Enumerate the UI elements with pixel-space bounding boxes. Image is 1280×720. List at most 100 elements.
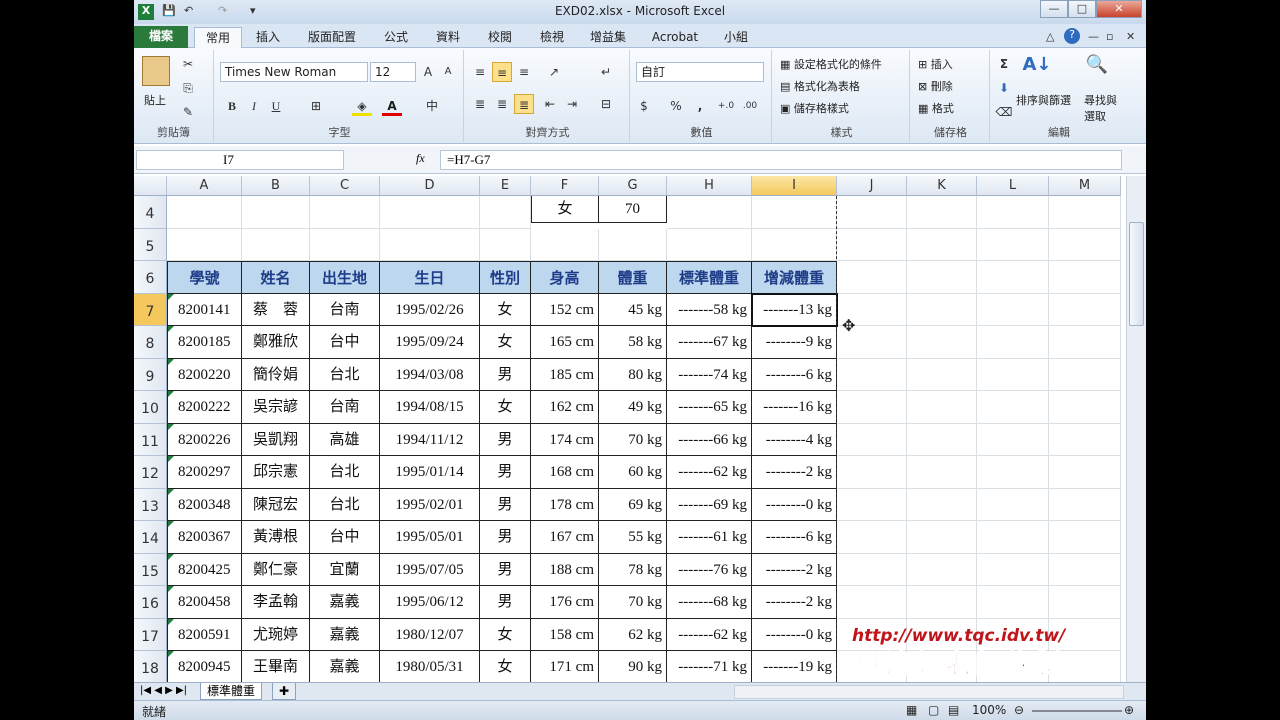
cell[interactable] (837, 391, 907, 424)
font-color-icon[interactable]: A (382, 96, 402, 116)
table-cell[interactable]: 8200141 (167, 293, 242, 326)
format-as-table-button[interactable]: ▤ 格式化為表格 (780, 78, 860, 94)
row-header-8[interactable]: 8 (134, 326, 167, 359)
cell[interactable] (837, 456, 907, 489)
table-cell[interactable]: 李孟翰 (242, 586, 310, 619)
cell[interactable] (480, 196, 531, 229)
column-header-b[interactable]: B (242, 176, 310, 196)
table-cell[interactable]: -------68 kg (667, 586, 752, 619)
table-cell[interactable]: --------0 kg (752, 618, 837, 651)
cell[interactable] (667, 196, 752, 229)
table-cell[interactable]: 1995/07/05 (380, 553, 480, 586)
insert-function-icon[interactable]: fx (416, 151, 425, 166)
cell[interactable] (167, 228, 242, 261)
tab-formulas[interactable]: 公式 (374, 27, 418, 48)
table-cell[interactable]: 女 (480, 326, 531, 359)
table-cell[interactable]: 174 cm (531, 423, 599, 456)
table-cell[interactable]: 邱宗憲 (242, 456, 310, 489)
cell[interactable] (907, 488, 977, 521)
align-top-icon[interactable]: ≡ (470, 62, 490, 82)
table-cell[interactable]: 宜蘭 (310, 553, 380, 586)
sort-filter-button[interactable]: 排序與篩選 (1016, 92, 1071, 108)
grow-font-icon[interactable]: A (418, 62, 438, 82)
cell[interactable] (310, 228, 380, 261)
table-cell[interactable]: 8200297 (167, 456, 242, 489)
table-cell[interactable]: 女 (480, 391, 531, 424)
increase-decimal-icon[interactable]: +.0 (716, 96, 736, 116)
cell[interactable] (977, 358, 1049, 391)
formula-input[interactable]: =H7-G7 (440, 150, 1122, 170)
table-cell[interactable]: 1995/02/26 (380, 293, 480, 326)
table-cell[interactable]: 台中 (310, 521, 380, 554)
cell-f4[interactable]: 女 (531, 196, 599, 223)
tab-addins[interactable]: 增益集 (582, 27, 634, 48)
cell[interactable] (242, 196, 310, 229)
underline-button[interactable]: U (266, 96, 286, 116)
tab-home[interactable]: 常用 (194, 27, 242, 48)
cell[interactable] (977, 423, 1049, 456)
worksheet-grid[interactable]: A B C D E F G H I J K L M 4 5 6 7 8 9 10 11 12 13 14 15 16 17 18 女 70… (134, 176, 1126, 682)
cell[interactable] (977, 293, 1049, 326)
table-header-cell[interactable]: 出生地 (310, 261, 380, 294)
delete-cells-button[interactable]: ⊠ 刪除 (918, 78, 953, 94)
row-header-17[interactable]: 17 (134, 618, 167, 651)
close-button[interactable]: ✕ (1096, 0, 1142, 18)
table-cell[interactable]: -------62 kg (667, 456, 752, 489)
table-cell[interactable]: 90 kg (599, 651, 667, 682)
clear-icon[interactable]: ⌫ (994, 102, 1014, 122)
horizontal-scrollbar[interactable] (734, 685, 1124, 699)
fill-color-icon[interactable]: ◈ (352, 96, 372, 116)
cell[interactable] (1049, 228, 1121, 261)
table-cell[interactable]: 男 (480, 553, 531, 586)
wrap-text-icon[interactable]: ↵ (596, 62, 616, 82)
table-cell[interactable]: 8200222 (167, 391, 242, 424)
table-cell[interactable]: 158 cm (531, 618, 599, 651)
decrease-indent-icon[interactable]: ⇤ (540, 94, 560, 114)
table-cell[interactable]: 8200458 (167, 586, 242, 619)
cell[interactable] (907, 196, 977, 229)
cell[interactable] (310, 196, 380, 229)
cell[interactable] (667, 228, 752, 261)
table-cell[interactable]: 鄭仁豪 (242, 553, 310, 586)
cell[interactable] (977, 261, 1049, 294)
normal-view-icon[interactable]: ▦ (906, 703, 917, 717)
column-header-l[interactable]: L (977, 176, 1049, 196)
table-cell[interactable]: -------69 kg (667, 488, 752, 521)
table-cell[interactable]: 152 cm (531, 293, 599, 326)
cell[interactable] (1049, 391, 1121, 424)
bold-button[interactable]: B (222, 96, 242, 116)
paste-button[interactable]: 貼上 (144, 92, 166, 108)
table-cell[interactable]: 45 kg (599, 293, 667, 326)
tab-file[interactable]: 檔案 (134, 26, 188, 48)
table-cell[interactable]: 70 kg (599, 423, 667, 456)
table-cell[interactable]: --------6 kg (752, 521, 837, 554)
table-cell[interactable]: 男 (480, 586, 531, 619)
cell[interactable] (907, 293, 977, 326)
table-cell[interactable]: 185 cm (531, 358, 599, 391)
row-header-13[interactable]: 13 (134, 488, 167, 521)
help-icon[interactable]: ? (1064, 28, 1080, 44)
table-cell[interactable]: 8200367 (167, 521, 242, 554)
cell[interactable] (907, 423, 977, 456)
table-cell[interactable]: --------2 kg (752, 586, 837, 619)
table-cell[interactable]: 8200945 (167, 651, 242, 682)
table-cell[interactable]: 1994/11/12 (380, 423, 480, 456)
cell[interactable] (907, 326, 977, 359)
table-cell[interactable]: 58 kg (599, 326, 667, 359)
cell[interactable] (977, 326, 1049, 359)
table-cell[interactable]: -------61 kg (667, 521, 752, 554)
table-cell[interactable]: --------9 kg (752, 326, 837, 359)
table-cell[interactable]: 王畢南 (242, 651, 310, 682)
table-cell[interactable]: 8200185 (167, 326, 242, 359)
shrink-font-icon[interactable]: A (438, 62, 458, 82)
table-cell[interactable]: -------62 kg (667, 618, 752, 651)
sheet-tab-active[interactable]: 標準體重 (200, 683, 263, 700)
cell-styles-button[interactable]: ▣ 儲存格樣式 (780, 100, 849, 116)
table-cell[interactable]: 168 cm (531, 456, 599, 489)
table-cell[interactable]: 台中 (310, 326, 380, 359)
table-cell[interactable]: 黃溥根 (242, 521, 310, 554)
zoom-slider[interactable] (1032, 710, 1122, 712)
font-name-select[interactable]: Times New Roman (220, 62, 368, 82)
table-cell[interactable]: 8200220 (167, 358, 242, 391)
conditional-format-button[interactable]: ▦ 設定格式化的條件 (780, 56, 882, 72)
